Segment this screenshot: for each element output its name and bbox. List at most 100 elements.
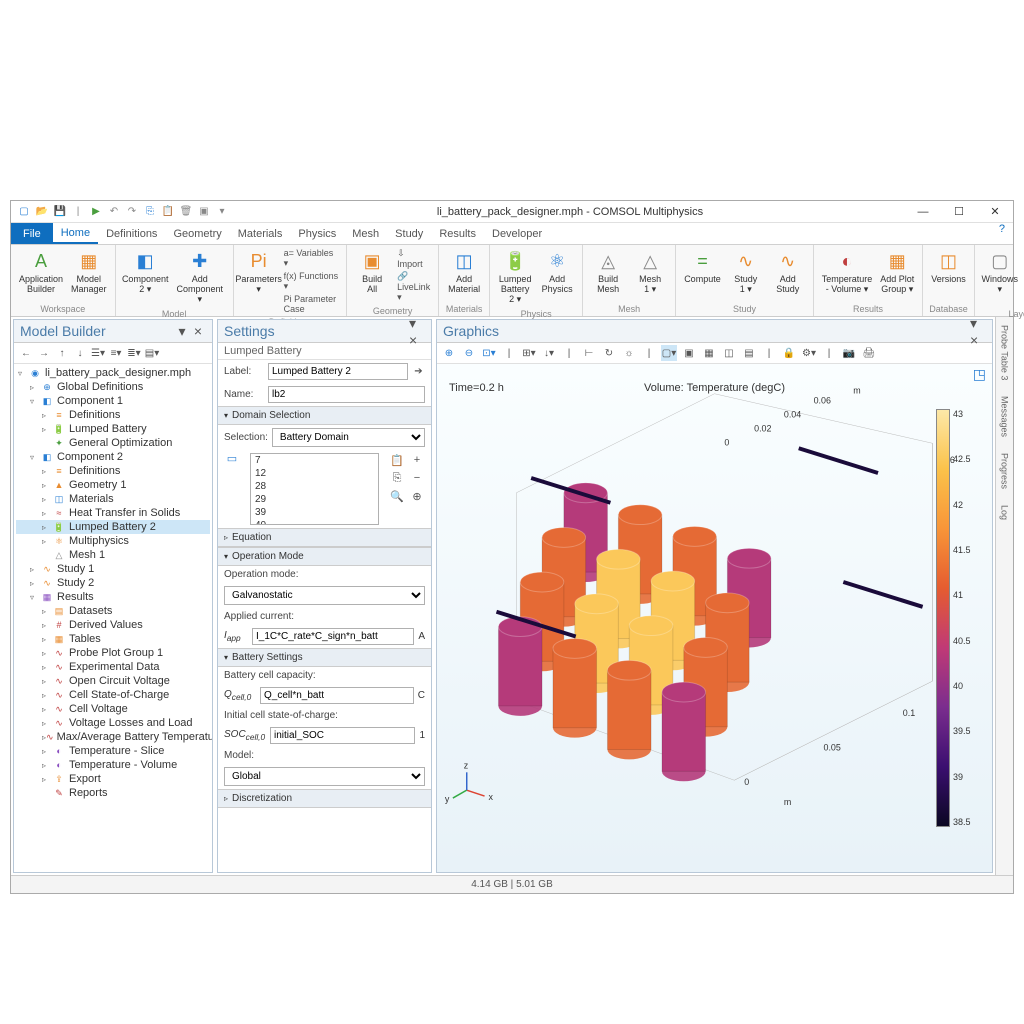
transp-icon[interactable]: ◫ bbox=[721, 345, 737, 361]
side-tab[interactable]: Log bbox=[999, 501, 1011, 524]
tree-item[interactable]: ▹∿Experimental Data bbox=[16, 660, 210, 674]
ribbon-btn[interactable]: ∿Study1 ▾ bbox=[725, 247, 767, 297]
add-sel-icon[interactable]: + bbox=[409, 452, 425, 468]
tree-item[interactable]: ▹∿Voltage Losses and Load bbox=[16, 716, 210, 730]
menu-developer[interactable]: Developer bbox=[484, 223, 550, 244]
toggle-sel-icon[interactable]: ⊕ bbox=[409, 488, 425, 504]
side-tab[interactable]: Progress bbox=[999, 449, 1011, 493]
menu-mesh[interactable]: Mesh bbox=[344, 223, 387, 244]
tree-item[interactable]: ▹∿Max/Average Battery Temperature bbox=[16, 730, 210, 744]
side-tab[interactable]: Messages bbox=[999, 392, 1011, 441]
menu-home[interactable]: Home bbox=[53, 223, 98, 244]
label-input[interactable] bbox=[268, 363, 408, 380]
menu-definitions[interactable]: Definitions bbox=[98, 223, 165, 244]
expand-icon[interactable]: ☰▾ bbox=[90, 345, 106, 361]
tree-item[interactable]: △Mesh 1 bbox=[16, 548, 210, 562]
tree-item[interactable]: ▹🔋Lumped Battery bbox=[16, 422, 210, 436]
menu-study[interactable]: Study bbox=[387, 223, 431, 244]
tree-item[interactable]: ▿◉li_battery_pack_designer.mph bbox=[16, 366, 210, 380]
settings-icon[interactable]: ⚙▾ bbox=[801, 345, 817, 361]
collapse-icon[interactable]: ≣▾ bbox=[126, 345, 142, 361]
file-tab[interactable]: File bbox=[11, 223, 53, 244]
ribbon-btn[interactable]: =Compute bbox=[680, 247, 725, 287]
camera-icon[interactable]: 📷 bbox=[841, 345, 857, 361]
equation-header[interactable]: ▹Equation bbox=[218, 528, 431, 547]
tree-item[interactable]: ▹▦Tables bbox=[16, 632, 210, 646]
ribbon-btn[interactable]: ◫AddMaterial bbox=[443, 247, 485, 297]
tree-item[interactable]: ▹⊕Global Definitions bbox=[16, 380, 210, 394]
paste-icon[interactable]: 📋 bbox=[161, 205, 175, 219]
ribbon-btn[interactable]: ▣BuildAll bbox=[351, 247, 393, 297]
model-tree[interactable]: ▿◉li_battery_pack_designer.mph▹⊕Global D… bbox=[14, 364, 212, 872]
tree-item[interactable]: ▹≡Definitions bbox=[16, 464, 210, 478]
lock-icon[interactable]: 🔒 bbox=[781, 345, 797, 361]
tree-item[interactable]: ▹◐Temperature - Slice bbox=[16, 744, 210, 758]
screenshot-icon[interactable]: ▣ bbox=[197, 205, 211, 219]
maximize-button[interactable]: ☐ bbox=[941, 201, 977, 223]
tree-item[interactable]: ▹▲Geometry 1 bbox=[16, 478, 210, 492]
menu-materials[interactable]: Materials bbox=[230, 223, 291, 244]
domain-id[interactable]: 7 bbox=[251, 454, 378, 467]
paste-sel-icon[interactable]: 📋 bbox=[389, 452, 405, 468]
filter-icon[interactable]: ≡▾ bbox=[108, 345, 124, 361]
ribbon-btn[interactable]: ▢Windows▾ bbox=[979, 247, 1021, 297]
help-icon[interactable]: ? bbox=[991, 223, 1013, 244]
redo-icon[interactable]: ↷ bbox=[125, 205, 139, 219]
side-tab[interactable]: Probe Table 3 bbox=[999, 321, 1011, 384]
domain-selection-header[interactable]: ▾Domain Selection bbox=[218, 406, 431, 425]
ribbon-btn[interactable]: ◧Component2 ▾ bbox=[120, 247, 171, 297]
view-dir-icon[interactable]: ↓▾ bbox=[541, 345, 557, 361]
panel-close-icon[interactable]: × bbox=[190, 323, 206, 339]
tree-item[interactable]: ▹∿Probe Plot Group 1 bbox=[16, 646, 210, 660]
domain-id[interactable]: 40 bbox=[251, 519, 378, 525]
ribbon-btn[interactable]: ◬BuildMesh bbox=[587, 247, 629, 297]
ribbon-small-btn[interactable]: f(x) Functions ▾ bbox=[282, 270, 341, 293]
ribbon-btn[interactable]: ▦ModelManager bbox=[67, 247, 111, 297]
goto-icon[interactable]: ➔ bbox=[412, 364, 425, 380]
open-icon[interactable]: 📂 bbox=[35, 205, 49, 219]
domain-id[interactable]: 39 bbox=[251, 506, 378, 519]
ribbon-btn[interactable]: 🔋LumpedBattery 2 ▾ bbox=[494, 247, 536, 307]
domain-list[interactable]: 71228293940 bbox=[250, 453, 379, 525]
ribbon-small-btn[interactable]: 🔗 LiveLink ▾ bbox=[395, 270, 432, 304]
grid-icon[interactable]: ▤ bbox=[741, 345, 757, 361]
select-icon[interactable]: ▢▾ bbox=[661, 345, 677, 361]
name-input[interactable] bbox=[268, 386, 425, 403]
domain-id[interactable]: 28 bbox=[251, 480, 378, 493]
panel-menu-icon[interactable]: ▾ × bbox=[970, 323, 986, 339]
tree-item[interactable]: ▿◧Component 1 bbox=[16, 394, 210, 408]
view-xy-icon[interactable]: ⊞▾ bbox=[521, 345, 537, 361]
tree-item[interactable]: ▿◧Component 2 bbox=[16, 450, 210, 464]
tree-item[interactable]: ▹∿Study 1 bbox=[16, 562, 210, 576]
operation-mode-header[interactable]: ▾Operation Mode bbox=[218, 547, 431, 566]
dropdown-icon[interactable]: ▾ bbox=[215, 205, 229, 219]
domain-id[interactable]: 12 bbox=[251, 467, 378, 480]
undo-icon[interactable]: ↶ bbox=[107, 205, 121, 219]
soc-input[interactable] bbox=[270, 727, 415, 744]
tree-item[interactable]: ▹∿Study 2 bbox=[16, 576, 210, 590]
ribbon-small-btn[interactable]: a= Variables ▾ bbox=[282, 247, 341, 270]
ribbon-btn[interactable]: ∿AddStudy bbox=[767, 247, 809, 297]
ribbon-btn[interactable]: ✚AddComponent ▾ bbox=[171, 247, 229, 307]
copy-icon[interactable]: ⎘ bbox=[143, 205, 157, 219]
print-icon[interactable]: 🖨 bbox=[861, 345, 877, 361]
tree-item[interactable]: ▹◐Temperature - Volume bbox=[16, 758, 210, 772]
wireframe-icon[interactable]: ▦ bbox=[701, 345, 717, 361]
tree-item[interactable]: ▹🔋Lumped Battery 2 bbox=[16, 520, 210, 534]
discretization-header[interactable]: ▹Discretization bbox=[218, 789, 431, 808]
zoom-sel-icon[interactable]: 🔍 bbox=[389, 488, 405, 504]
light-icon[interactable]: ☼ bbox=[621, 345, 637, 361]
selection-dropdown[interactable]: Battery Domain bbox=[272, 428, 425, 447]
minimize-button[interactable]: — bbox=[905, 201, 941, 223]
tree-item[interactable]: ✎Reports bbox=[16, 786, 210, 800]
save-icon[interactable]: 💾 bbox=[53, 205, 67, 219]
tree-item[interactable]: ▹∿Open Circuit Voltage bbox=[16, 674, 210, 688]
menu-results[interactable]: Results bbox=[431, 223, 484, 244]
delete-icon[interactable]: 🗑 bbox=[179, 205, 193, 219]
new-icon[interactable]: ▢ bbox=[17, 205, 31, 219]
tree-item[interactable]: ▹⇪Export bbox=[16, 772, 210, 786]
menu-geometry[interactable]: Geometry bbox=[165, 223, 229, 244]
ribbon-btn[interactable]: ▦Add PlotGroup ▾ bbox=[876, 247, 918, 297]
tree-item[interactable]: ▹≡Definitions bbox=[16, 408, 210, 422]
ribbon-btn[interactable]: ◫Versions bbox=[927, 247, 970, 287]
